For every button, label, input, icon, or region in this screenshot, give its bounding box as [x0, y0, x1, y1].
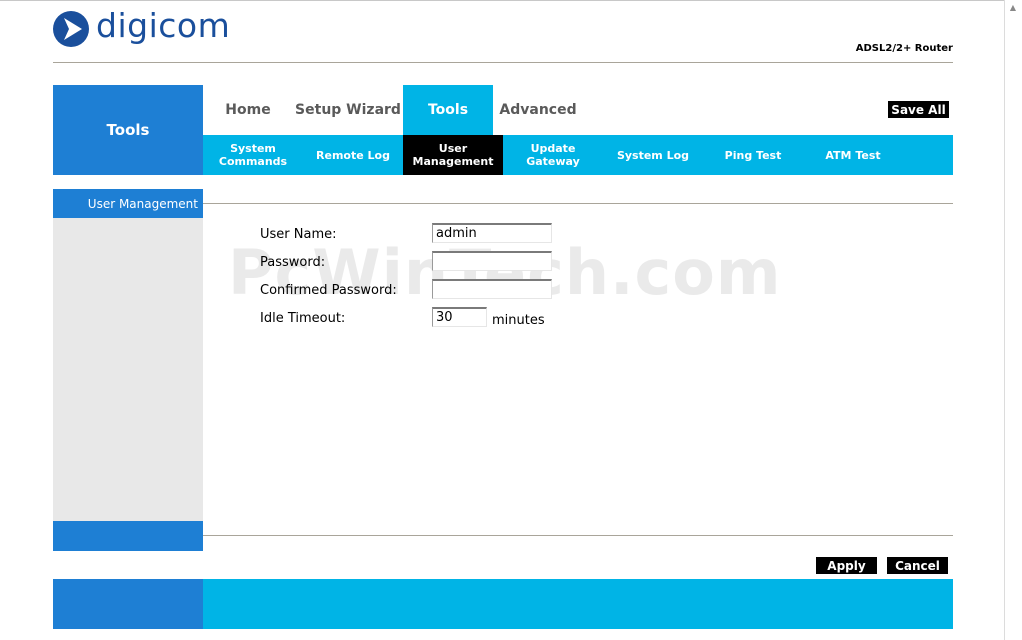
subtab-remote-log[interactable]: Remote Log	[303, 135, 403, 175]
tab-tools[interactable]: Tools	[403, 85, 493, 135]
idle-timeout-unit: minutes	[492, 313, 545, 328]
confirm-password-input[interactable]	[432, 279, 552, 299]
username-label: User Name:	[260, 227, 337, 242]
apply-button[interactable]: Apply	[816, 557, 877, 574]
password-input[interactable]	[432, 251, 552, 271]
subtab-label: ATM Test	[825, 148, 881, 162]
confirm-password-label: Confirmed Password:	[260, 283, 397, 298]
subtab-system-commands[interactable]: System Commands	[203, 135, 303, 175]
footer-left-band	[53, 579, 203, 629]
subtab-ping-test[interactable]: Ping Test	[703, 135, 803, 175]
subtab-label: User Management	[412, 142, 494, 168]
side-panel-title: User Management	[53, 189, 203, 218]
subtab-label: Remote Log	[316, 148, 390, 162]
tab-advanced[interactable]: Advanced	[493, 85, 583, 135]
cancel-button[interactable]: Cancel	[887, 557, 948, 574]
save-all-button[interactable]: Save All	[888, 101, 949, 118]
subtab-update-gateway[interactable]: Update Gateway	[503, 135, 603, 175]
subtab-label: Ping Test	[724, 148, 782, 162]
content-top-divider	[203, 203, 953, 204]
vertical-scrollbar[interactable]	[1004, 0, 1022, 640]
tab-setup-wizard[interactable]: Setup Wizard	[293, 85, 403, 135]
subtab-system-log[interactable]: System Log	[603, 135, 703, 175]
username-input[interactable]	[432, 223, 552, 243]
idle-timeout-label: Idle Timeout:	[260, 311, 346, 326]
main-tab-bar: Home Setup Wizard Tools Advanced	[203, 85, 953, 135]
sub-tab-bar: System Commands Remote Log User Manageme…	[203, 135, 953, 175]
window-top-border	[0, 0, 1004, 1]
header-divider	[53, 62, 953, 63]
tab-home[interactable]: Home	[203, 85, 293, 135]
subtab-user-management[interactable]: User Management	[403, 135, 503, 175]
side-panel-footer	[53, 521, 203, 551]
product-name: ADSL2/2+ Router	[855, 43, 953, 54]
side-panel	[53, 218, 203, 521]
content-bottom-divider	[203, 535, 953, 536]
subtab-label: Update Gateway	[526, 142, 580, 168]
subtab-atm-test[interactable]: ATM Test	[803, 135, 903, 175]
section-title: Tools	[53, 85, 203, 175]
subtab-label: System Commands	[218, 142, 288, 168]
scroll-up-arrow-icon[interactable]: ▲	[1006, 1, 1020, 15]
brand-name: digicom	[96, 6, 231, 45]
subtab-label: System Log	[616, 148, 690, 162]
password-label: Password:	[260, 255, 326, 270]
footer-right-band	[203, 579, 953, 629]
idle-timeout-input[interactable]	[432, 307, 487, 327]
